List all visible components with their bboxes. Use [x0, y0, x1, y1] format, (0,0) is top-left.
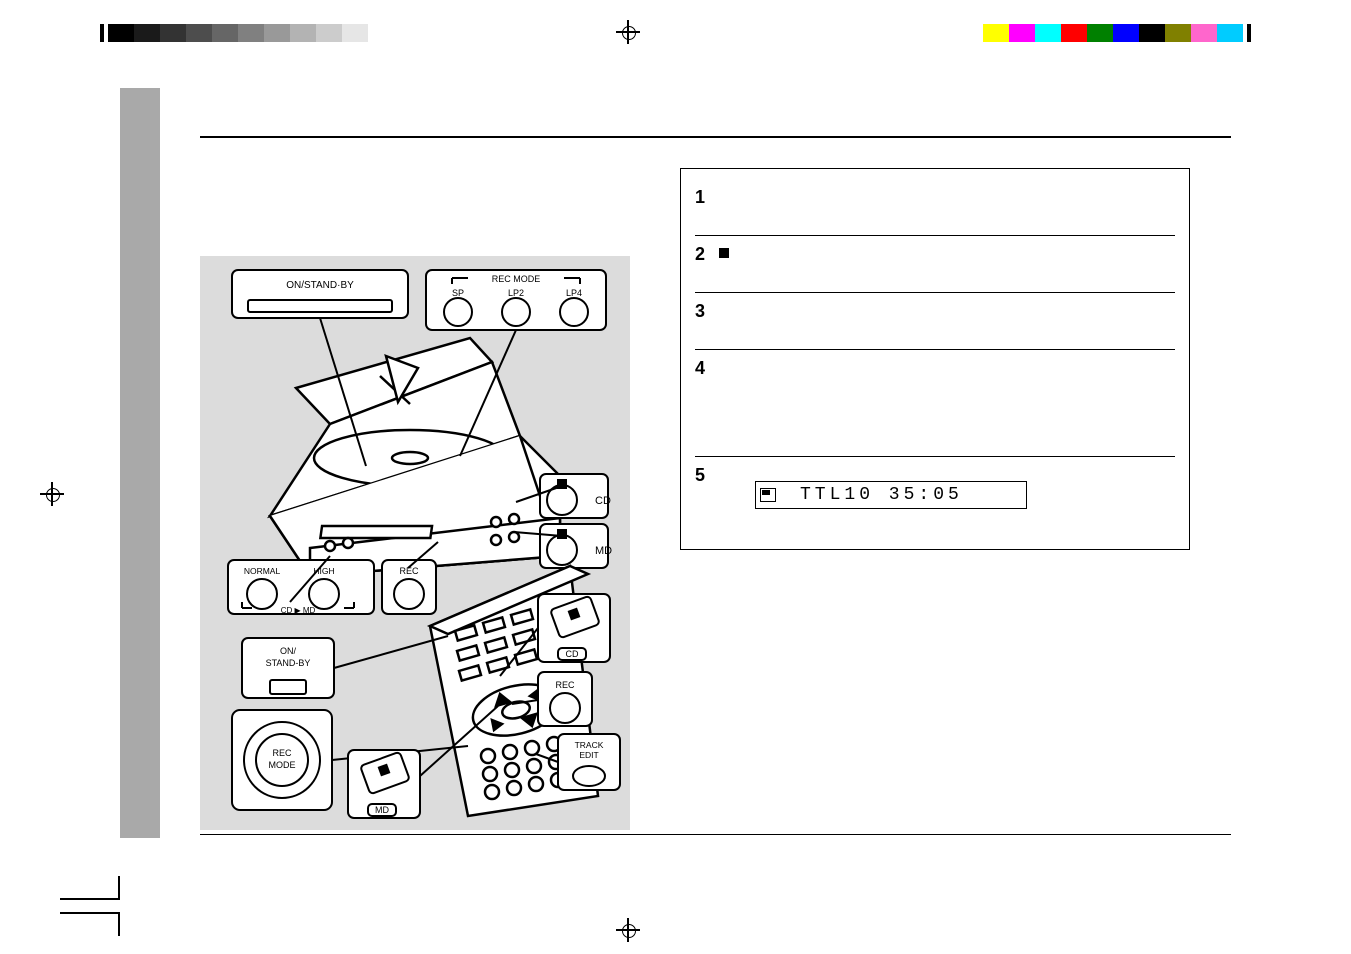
- device-illustration: ON/STAND·BY REC MODE SP LP2 LP4 CD MD NO…: [200, 256, 630, 830]
- label-recmode-1: REC: [272, 748, 292, 758]
- label-remote-onstandby-2: STAND-BY: [266, 658, 311, 668]
- lcd-text: TTL10 35:05: [800, 485, 963, 505]
- lcd-display: TTL10 35:05: [755, 481, 1027, 509]
- label-rec-box: REC: [555, 680, 575, 690]
- steps-box: 1 2 3 4 5: [680, 168, 1190, 550]
- manual-page: ON/STAND·BY REC MODE SP LP2 LP4 CD MD NO…: [0, 0, 1351, 954]
- step-5: 5 TTL10 35:05: [695, 457, 1175, 519]
- label-sp: SP: [452, 288, 464, 298]
- print-crop-top-right: [983, 24, 1251, 42]
- step-5-number: 5: [695, 465, 705, 486]
- label-on-standby: ON/STAND·BY: [286, 280, 354, 291]
- label-lp4: LP4: [566, 288, 582, 298]
- label-md-box: MD: [375, 805, 389, 815]
- label-lp2: LP2: [508, 288, 524, 298]
- crop-mark-bottom-left-2: [60, 912, 120, 936]
- label-recmode-2: MODE: [269, 760, 296, 770]
- step-2-text: [719, 246, 1175, 260]
- label-cd-btn: CD: [595, 495, 611, 507]
- step-1: 1: [695, 179, 1175, 236]
- step-3: 3: [695, 293, 1175, 350]
- color-ramp: [983, 24, 1243, 42]
- label-trackedit-1: TRACK: [575, 740, 604, 750]
- label-trackedit-2: EDIT: [579, 750, 598, 760]
- rule-bottom: [200, 834, 1231, 835]
- label-high: HIGH: [313, 566, 334, 576]
- label-remote-onstandby-1: ON/: [280, 646, 297, 656]
- print-crop-top-left: [100, 24, 368, 42]
- step-4-number: 4: [695, 358, 705, 379]
- grayscale-ramp: [108, 24, 368, 42]
- label-rec-mode-header: REC MODE: [492, 274, 541, 284]
- step-1-number: 1: [695, 187, 705, 208]
- stop-icon: [719, 248, 729, 258]
- label-cd-box: CD: [566, 649, 579, 659]
- step-2-number: 2: [695, 244, 705, 265]
- section-tab: [120, 88, 160, 838]
- step-3-number: 3: [695, 301, 705, 322]
- label-normal: NORMAL: [244, 566, 281, 576]
- disc-icon: [760, 488, 782, 502]
- label-md-btn: MD: [595, 545, 612, 557]
- label-cd-to-md: CD ▶ MD: [281, 606, 316, 615]
- registration-mark-top: [620, 24, 636, 40]
- registration-mark-bottom: [620, 922, 636, 938]
- device-svg: ON/STAND·BY REC MODE SP LP2 LP4 CD MD NO…: [200, 256, 630, 830]
- step-4: 4: [695, 350, 1175, 457]
- step-2: 2: [695, 236, 1175, 293]
- label-rec: REC: [399, 566, 419, 576]
- rule-top: [200, 136, 1231, 138]
- registration-mark-left: [44, 486, 60, 502]
- page-content: ON/STAND·BY REC MODE SP LP2 LP4 CD MD NO…: [120, 88, 1231, 866]
- crop-mark-bottom-left: [60, 876, 120, 900]
